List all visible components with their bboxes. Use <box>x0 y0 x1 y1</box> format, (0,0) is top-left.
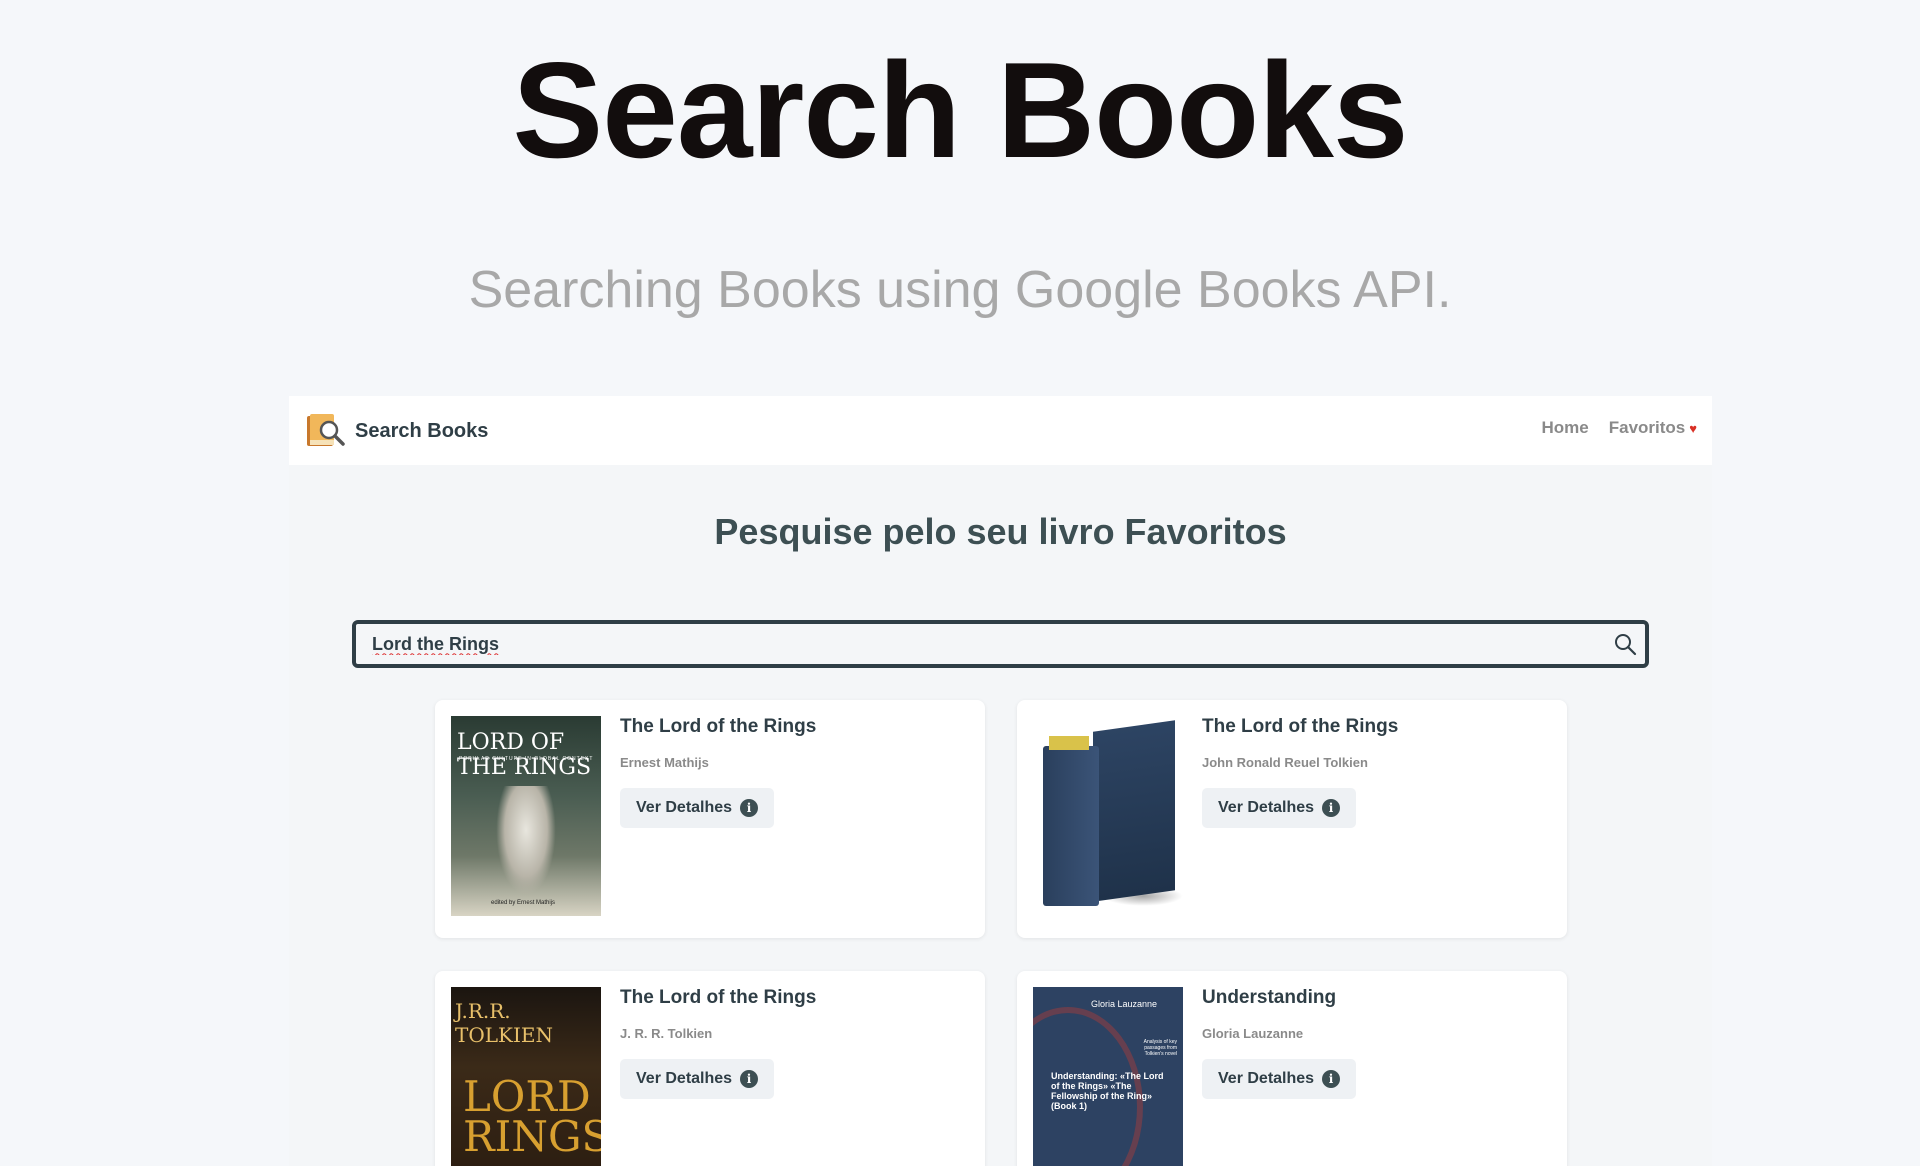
book-card: The Lord of the Rings John Ronald Reuel … <box>1017 700 1567 938</box>
details-button-label: Ver Detalhes <box>636 799 733 816</box>
book-card: LORD OF THE RINGS POPULAR CULTURE IN GLO… <box>435 700 985 938</box>
details-button[interactable]: Ver Detalhes i <box>1202 1059 1357 1099</box>
cover-box-top <box>1049 736 1089 750</box>
book-card: J.R.R. TOLKIEN LORD RINGS The Lord of th… <box>435 971 985 1166</box>
nav-link-favoritos-label: Favoritos <box>1608 418 1686 437</box>
navbar: Search Books Home Favoritos ♥ <box>289 396 1712 465</box>
cover-subtitle-text: POPULAR CULTURE IN GLOBAL CONTEXT <box>459 756 594 762</box>
brand-name: Search Books <box>355 419 489 442</box>
heart-icon: ♥ <box>1689 420 1697 436</box>
book-author: Gloria Lauzanne <box>1202 1026 1304 1041</box>
details-button-label: Ver Detalhes <box>1218 799 1315 816</box>
book-cover-image: Gloria Lauzanne Analysis of key passages… <box>1033 987 1183 1166</box>
search-icon[interactable] <box>1613 632 1637 656</box>
book-author: Ernest Mathijs <box>620 755 709 770</box>
cover-figure <box>496 786 556 896</box>
details-button[interactable]: Ver Detalhes i <box>620 788 775 828</box>
cover-foot-text: edited by Ernest Mathijs <box>491 900 556 906</box>
cover-title-text: LORD OF THE RINGS <box>457 730 592 780</box>
search-box <box>352 620 1649 668</box>
page-heading: Pesquise pelo seu livro Favoritos <box>714 511 1287 552</box>
book-cover-image: J.R.R. TOLKIEN LORD RINGS <box>451 987 601 1166</box>
book-author: John Ronald Reuel Tolkien <box>1202 755 1368 770</box>
cover-box-front <box>1043 746 1099 906</box>
info-icon: i <box>740 799 759 817</box>
info-icon: i <box>740 1070 759 1088</box>
app-frame: Search Books Home Favoritos ♥ Pesquise p… <box>289 396 1712 1166</box>
nav-link-home[interactable]: Home <box>1542 418 1589 438</box>
book-search-logo-icon <box>305 410 347 452</box>
book-cover-image: LORD OF THE RINGS POPULAR CULTURE IN GLO… <box>451 716 601 916</box>
cover-title-text: Understanding: «The Lord of the Rings» «… <box>1051 1071 1164 1111</box>
info-icon: i <box>1322 799 1341 817</box>
details-button-label: Ver Detalhes <box>1218 1070 1315 1087</box>
search-input[interactable] <box>370 624 1570 664</box>
book-card: Gloria Lauzanne Analysis of key passages… <box>1017 971 1567 1166</box>
brand[interactable]: Search Books <box>305 410 488 452</box>
book-title: The Lord of the Rings <box>1202 716 1399 737</box>
details-button[interactable]: Ver Detalhes i <box>1202 788 1357 828</box>
book-cover-image <box>1033 716 1183 916</box>
cover-box-side <box>1093 720 1175 902</box>
book-author: J. R. R. Tolkien <box>620 1026 713 1041</box>
nav-links: Home Favoritos ♥ <box>1542 418 1697 438</box>
details-button-label: Ver Detalhes <box>636 1070 733 1087</box>
hero-subtitle: Searching Books using Google Books API. <box>468 261 1452 319</box>
cover-author-text: J.R.R. TOLKIEN <box>455 999 553 1047</box>
nav-link-favoritos[interactable]: Favoritos ♥ <box>1609 418 1697 438</box>
cover-author-text: Gloria Lauzanne <box>1091 999 1158 1009</box>
hero-title: Search Books <box>512 34 1408 186</box>
book-title: Understanding <box>1202 987 1337 1008</box>
info-icon: i <box>1322 1070 1341 1088</box>
details-button[interactable]: Ver Detalhes i <box>620 1059 775 1099</box>
cover-title-text: LORD RINGS <box>463 1072 601 1161</box>
book-title: The Lord of the Rings <box>620 716 817 737</box>
cover-tagline-text: Analysis of key passages from Tolkien's … <box>1143 1039 1177 1057</box>
book-title: The Lord of the Rings <box>620 987 817 1008</box>
